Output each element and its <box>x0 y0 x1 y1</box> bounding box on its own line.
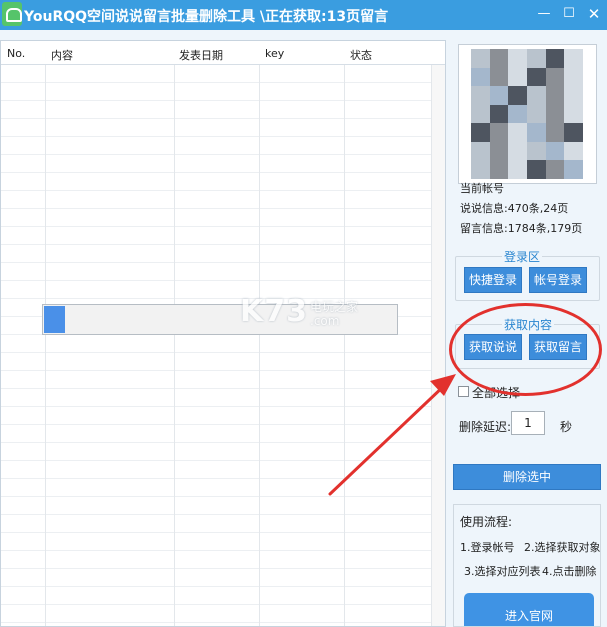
current-account-label: 当前帐号 <box>460 182 504 195</box>
column-header-date[interactable]: 发表日期 <box>179 47 223 63</box>
column-header-key[interactable]: key <box>265 47 284 60</box>
watermark-url: .com <box>310 314 340 328</box>
column-divider <box>45 65 46 626</box>
delete-delay-label: 删除延迟: <box>459 420 512 434</box>
minimize-button[interactable]: — <box>532 3 556 25</box>
delete-delay-input[interactable] <box>511 411 545 435</box>
column-header-status[interactable]: 状态 <box>350 47 372 63</box>
column-divider <box>174 65 175 626</box>
title-bar: YouRQQ空间说说留言批量删除工具 \正在获取:13页留言 — ☐ ✕ <box>0 0 607 30</box>
guide-step-3: 3.选择对应列表 <box>464 565 541 578</box>
column-header-content[interactable]: 内容 <box>51 47 73 63</box>
shuoshuo-info: 说说信息:470条,24页 <box>460 202 569 215</box>
close-button[interactable]: ✕ <box>582 3 606 25</box>
table-rows[interactable] <box>1 65 445 626</box>
column-divider <box>344 65 345 626</box>
annotation-circle <box>449 303 602 396</box>
maximize-button[interactable]: ☐ <box>557 3 581 25</box>
account-login-button[interactable]: 帐号登录 <box>529 267 587 293</box>
watermark-cn-text: 电玩之家 <box>310 300 359 314</box>
official-site-button[interactable]: 进入官网 <box>464 593 594 626</box>
login-section-legend: 登录区 <box>504 250 541 264</box>
app-logo-icon <box>2 2 22 26</box>
progress-fill <box>44 306 65 333</box>
delete-selected-button[interactable]: 删除选中 <box>453 464 601 490</box>
usage-guide: 使用流程: 1.登录帐号 2.选择获取对象 3.选择对应列表 4.点击删除 进入… <box>453 504 601 627</box>
site-watermark: K73 电玩之家 .com <box>240 294 400 334</box>
table-header: No. 内容 发表日期 key 状态 <box>1 41 445 65</box>
guide-step-4: 4.点击删除 <box>542 565 597 578</box>
select-all-checkbox[interactable] <box>458 386 469 397</box>
avatar <box>471 49 583 179</box>
guide-step-2: 2.选择获取对象 <box>524 541 601 554</box>
quick-login-button[interactable]: 快捷登录 <box>464 267 522 293</box>
window-title: YouRQQ空间说说留言批量删除工具 \正在获取:13页留言 <box>24 9 389 25</box>
table-scroll-strip[interactable] <box>431 65 445 626</box>
watermark-logo: K73 <box>240 294 308 329</box>
guide-step-1: 1.登录帐号 <box>460 541 515 554</box>
column-divider <box>259 65 260 626</box>
message-info: 留言信息:1784条,179页 <box>460 222 583 235</box>
guide-title: 使用流程: <box>460 515 513 529</box>
column-header-no[interactable]: No. <box>7 47 25 60</box>
delete-delay-unit: 秒 <box>560 420 573 434</box>
avatar-frame <box>458 44 597 184</box>
